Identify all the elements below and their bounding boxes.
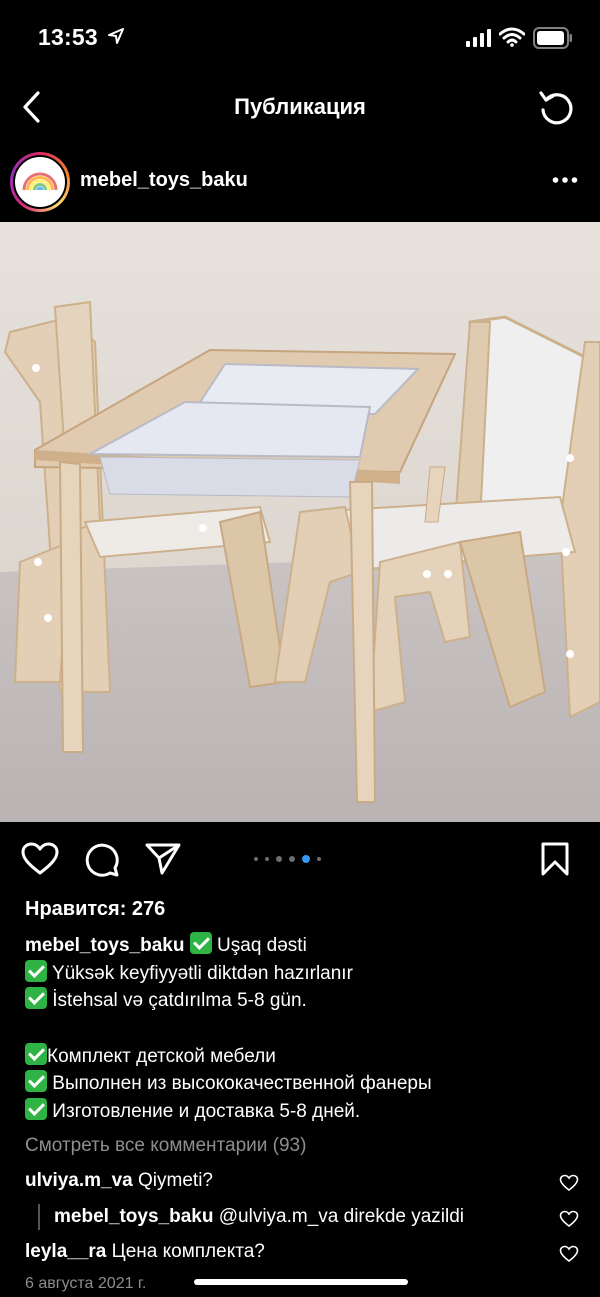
caption-text: İstehsal və çatdırılma 5-8 gün.	[52, 990, 307, 1012]
avatar[interactable]	[13, 155, 67, 209]
caption-text: Yüksək keyfiyyətli diktdən hazırlanır	[51, 962, 353, 984]
comment-username[interactable]: leyla__ra	[25, 1241, 106, 1262]
cellular-signal-icon	[466, 29, 491, 47]
page-title: Публикация	[234, 94, 366, 119]
navigation-bar: Публикация	[0, 76, 600, 138]
heart-icon[interactable]	[559, 1210, 579, 1228]
comment-icon[interactable]	[84, 842, 120, 878]
comment-username[interactable]: ulviya.m_va	[25, 1170, 133, 1191]
furniture-photo-image	[0, 222, 600, 822]
check-mark-icon	[25, 1070, 47, 1093]
caption-text: Uşaq dəsti	[217, 935, 307, 956]
post-caption: mebel_toys_baku Uşaq dəsti Yüksək keyfiy…	[25, 932, 585, 1126]
status-time: 13:53	[38, 24, 98, 50]
view-all-comments-link[interactable]: Смотреть все комментарии (93)	[25, 1135, 306, 1157]
post-actions	[0, 822, 600, 898]
avatar-story-ring[interactable]	[10, 152, 70, 212]
bookmark-icon[interactable]	[540, 842, 570, 876]
comment-text: Qiymeti?	[138, 1170, 213, 1191]
check-mark-icon	[25, 959, 47, 982]
share-send-icon[interactable]	[145, 842, 181, 876]
likes-count[interactable]: Нравится: 276	[25, 898, 165, 921]
reply-thread-line	[38, 1204, 40, 1230]
comment-reply-row: mebel_toys_baku @ulviya.m_va direkde yaz…	[0, 1204, 600, 1236]
post-date: 6 августа 2021 г.	[25, 1275, 147, 1292]
check-mark-icon	[189, 932, 212, 954]
comment-username[interactable]: mebel_toys_baku	[54, 1206, 213, 1227]
check-mark-icon	[25, 1042, 47, 1065]
heart-icon[interactable]	[559, 1174, 579, 1192]
carousel-indicator	[254, 855, 321, 863]
caption-text: Выполнен из высококачественной фанеры	[52, 1073, 432, 1095]
carousel-dot	[289, 856, 295, 862]
caption-username[interactable]: mebel_toys_baku	[25, 935, 184, 956]
check-mark-icon	[25, 1098, 47, 1121]
comment-text: @ulviya.m_va direkde yazildi	[218, 1206, 465, 1227]
rainbow-logo-icon	[22, 172, 58, 191]
carousel-dot-active	[302, 855, 310, 863]
post-photo[interactable]	[0, 222, 600, 822]
status-bar: 13:53	[0, 0, 600, 76]
heart-icon[interactable]	[559, 1245, 579, 1263]
post-header: mebel_toys_baku	[0, 140, 600, 222]
carousel-dot	[317, 857, 321, 861]
location-arrow-icon	[108, 28, 124, 44]
comment-text: Цена комплекта?	[111, 1241, 265, 1262]
heart-icon[interactable]	[21, 842, 59, 876]
carousel-dot	[265, 857, 269, 861]
caption-text: Комплект детской мебели	[47, 1045, 276, 1067]
check-mark-icon	[25, 987, 47, 1010]
home-indicator[interactable]	[194, 1279, 408, 1285]
post-username[interactable]: mebel_toys_baku	[80, 169, 248, 192]
caption-text: Изготовление и доставка 5-8 дней.	[52, 1101, 361, 1123]
comment-row: leyla__ra Цена комплекта?	[0, 1241, 600, 1271]
battery-icon	[533, 27, 572, 49]
comment-row: ulviya.m_va Qiymeti?	[0, 1170, 600, 1200]
carousel-dot	[254, 857, 258, 861]
more-options-icon[interactable]	[552, 176, 578, 184]
refresh-icon[interactable]	[537, 88, 577, 128]
wifi-icon	[499, 27, 525, 47]
carousel-dot	[276, 856, 282, 862]
